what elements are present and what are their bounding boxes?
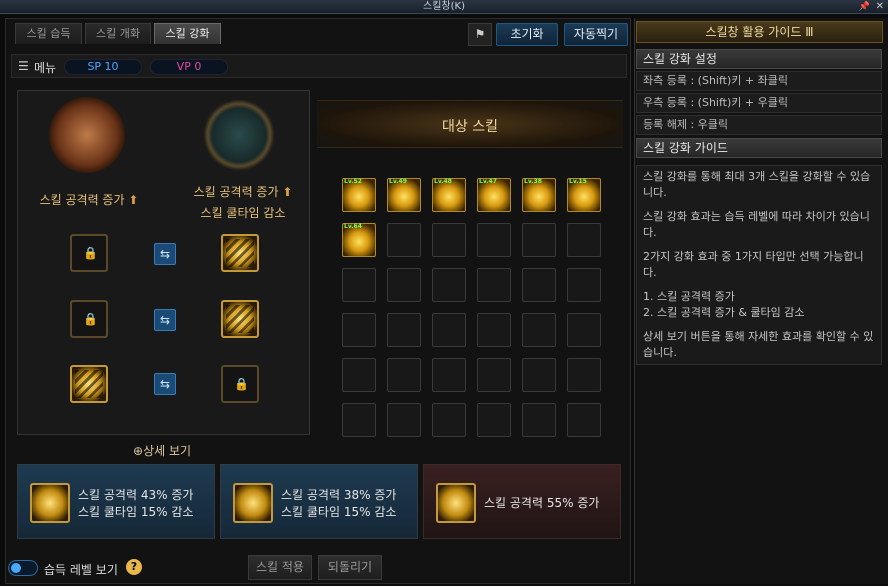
lock-icon: 🔒: [83, 246, 98, 260]
swap-button-3[interactable]: ⇆: [154, 373, 176, 395]
target-skill-empty-slot[interactable]: [567, 223, 601, 257]
target-skill-slot[interactable]: Lv.49: [387, 178, 421, 212]
detail-view-button[interactable]: ⊕상세 보기: [133, 442, 191, 459]
option-attack-label: 스킬 공격력 증가 ⬆: [39, 193, 139, 207]
skill-icon: [233, 483, 273, 523]
target-skill-empty-slot[interactable]: [387, 358, 421, 392]
vp-badge: VP 0: [150, 59, 228, 75]
guide-title: 스킬창 활용 가이드 Ⅲ: [636, 21, 883, 43]
option-cooldown-label: 스킬 쿨타임 감소: [200, 206, 286, 220]
close-icon[interactable]: ✕: [876, 0, 884, 14]
target-skill-empty-slot[interactable]: [432, 313, 466, 347]
setup-row: 우측 등록 : (Shift)키 + 우클릭: [636, 93, 882, 113]
guide-text-box: 스킬 강화를 통해 최대 3개 스킬을 강화할 수 있습니다. 스킬 강화 효과…: [636, 165, 882, 365]
target-skill-empty-slot[interactable]: [432, 358, 466, 392]
reset-button[interactable]: 초기화: [496, 23, 558, 46]
target-skill-empty-slot[interactable]: [432, 223, 466, 257]
sp-badge: SP 10: [64, 59, 142, 75]
guide-paragraph: 스킬 강화 효과는 습득 레벨에 따라 차이가 있습니다.: [643, 210, 870, 239]
target-skill-empty-slot[interactable]: [567, 268, 601, 302]
auto-assign-button[interactable]: 자동찍기: [564, 23, 628, 46]
tab-skill-learn[interactable]: 스킬 습득: [15, 23, 82, 44]
tab-skill-bloom[interactable]: 스킬 개화: [85, 23, 151, 44]
target-skill-slot[interactable]: Lv.15: [567, 178, 601, 212]
target-skill-empty-slot[interactable]: [387, 223, 421, 257]
enhance-card-1: 스킬 공격력 43% 증가 스킬 쿨타임 15% 감소: [17, 464, 215, 539]
guide-paragraph: 1. 스킬 공격력 증가 2. 스킬 공격력 증가 & 쿨타임 감소: [643, 290, 805, 319]
target-skill-empty-slot[interactable]: [522, 313, 556, 347]
target-skill-empty-slot[interactable]: [477, 403, 511, 437]
skill-icon: [436, 483, 476, 523]
target-skill-empty-slot[interactable]: [477, 268, 511, 302]
target-skill-title: 대상 스킬: [442, 119, 498, 135]
skill-icon: [30, 483, 70, 523]
target-skill-slot[interactable]: Lv.64: [342, 223, 376, 257]
target-skill-empty-slot[interactable]: [387, 313, 421, 347]
target-skill-slot[interactable]: Lv.48: [432, 178, 466, 212]
target-skill-empty-slot[interactable]: [567, 403, 601, 437]
tab-skill-enhance[interactable]: 스킬 강화: [154, 23, 221, 44]
target-skill-empty-slot[interactable]: [567, 358, 601, 392]
setup-row: 등록 해제 : 우클릭: [636, 115, 882, 135]
target-skill-empty-slot[interactable]: [342, 313, 376, 347]
target-skill-empty-slot[interactable]: [522, 268, 556, 302]
setup-row: 좌측 등록 : (Shift)키 + 좌클릭: [636, 71, 882, 91]
target-skill-empty-slot[interactable]: [522, 358, 556, 392]
target-skill-empty-slot[interactable]: [342, 358, 376, 392]
window-title: 스킬창(K): [423, 1, 465, 12]
setup-section-title: 스킬 강화 설정: [636, 49, 882, 69]
option-attack-cooldown-label: 스킬 공격력 증가 ⬆: [193, 185, 293, 199]
target-skill-slot[interactable]: Lv.38: [522, 178, 556, 212]
enhance-card-3: 스킬 공격력 55% 증가: [423, 464, 621, 539]
target-skill-empty-slot[interactable]: [477, 223, 511, 257]
right-slot-2[interactable]: [221, 300, 259, 338]
left-slot-3[interactable]: [70, 365, 108, 403]
apply-skill-button[interactable]: 스킬 적용: [248, 555, 312, 580]
menu-icon[interactable]: ☰: [18, 59, 29, 73]
target-skill-empty-slot[interactable]: [387, 268, 421, 302]
target-skill-empty-slot[interactable]: [477, 313, 511, 347]
left-slot-2[interactable]: 🔒: [70, 300, 108, 338]
target-skill-empty-slot[interactable]: [387, 403, 421, 437]
guide-paragraph: 2가지 강화 효과 중 1가지 타입만 선택 가능합니다.: [643, 250, 864, 279]
target-skill-empty-slot[interactable]: [567, 313, 601, 347]
swap-button-1[interactable]: ⇆: [154, 243, 176, 265]
skill-window-main: 스킬 습득 스킬 개화 스킬 강화 ⚑ 초기화 자동찍기 ☰ 메뉴 SP 10 …: [5, 18, 631, 584]
target-skill-empty-slot[interactable]: [522, 403, 556, 437]
help-icon[interactable]: ?: [126, 559, 142, 575]
swap-button-2[interactable]: ⇆: [154, 309, 176, 331]
target-skill-slot[interactable]: Lv.52: [342, 178, 376, 212]
guide-paragraph: 상세 보기 버튼을 통해 자세한 효과를 확인할 수 있습니다.: [643, 330, 874, 359]
cooldown-emblem-icon: [201, 97, 277, 173]
pin-icon[interactable]: 📌: [859, 0, 870, 14]
target-skill-empty-slot[interactable]: [342, 268, 376, 302]
enhance-card-2: 스킬 공격력 38% 증가 스킬 쿨타임 15% 감소: [220, 464, 418, 539]
target-skill-empty-slot[interactable]: [522, 223, 556, 257]
target-skill-empty-slot[interactable]: [432, 268, 466, 302]
menu-label[interactable]: 메뉴: [34, 59, 56, 76]
learn-level-toggle[interactable]: [8, 560, 38, 576]
left-slot-1[interactable]: 🔒: [70, 234, 108, 272]
right-slot-3[interactable]: 🔒: [221, 365, 259, 403]
revert-button[interactable]: 되돌리기: [318, 555, 382, 580]
target-skill-empty-slot[interactable]: [342, 403, 376, 437]
lock-icon: 🔒: [234, 377, 249, 391]
window-titlebar: 스킬창(K) 📌 ✕: [0, 0, 888, 14]
guide-paragraph: 스킬 강화를 통해 최대 3개 스킬을 강화할 수 있습니다.: [643, 170, 871, 199]
learn-level-label: 습득 레벨 보기: [44, 563, 118, 577]
target-skill-empty-slot[interactable]: [477, 358, 511, 392]
target-skill-slot[interactable]: Lv.47: [477, 178, 511, 212]
zoom-icon: ⊕: [133, 444, 144, 458]
guide-panel: 스킬창 활용 가이드 Ⅲ 스킬 강화 설정 좌측 등록 : (Shift)키 +…: [634, 18, 888, 584]
filter-icon[interactable]: ⚑: [468, 23, 492, 46]
right-slot-1[interactable]: [221, 234, 259, 272]
target-skill-empty-slot[interactable]: [432, 403, 466, 437]
menu-bar: ☰ 메뉴 SP 10 VP 0: [11, 54, 627, 78]
target-skill-banner: 대상 스킬: [317, 100, 623, 148]
guide-section-title: 스킬 강화 가이드: [636, 138, 882, 158]
enhance-slot-panel: 스킬 공격력 증가 ⬆ 스킬 공격력 증가 ⬆ 스킬 쿨타임 감소 🔒 ⇆ 🔒 …: [17, 90, 310, 435]
lock-icon: 🔒: [83, 312, 98, 326]
attack-emblem-icon: [49, 97, 125, 173]
